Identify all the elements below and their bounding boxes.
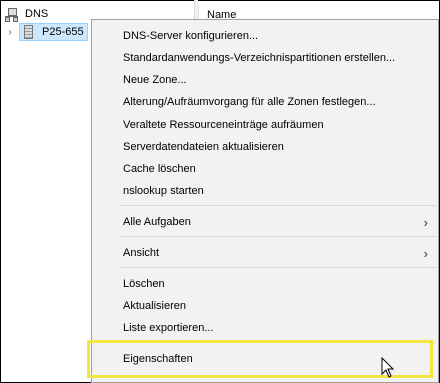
menu-item-aktualisieren[interactable]: Aktualisieren xyxy=(92,295,438,317)
context-menu: DNS-Server konfigurieren... Standardanwe… xyxy=(91,19,439,383)
menu-item-liste-exportieren[interactable]: Liste exportieren... xyxy=(92,317,438,339)
menu-item-label: Ansicht xyxy=(123,247,160,259)
menu-item-veraltete-eintraege-aufraeumen[interactable]: Veraltete Ressourceneinträge aufräumen xyxy=(92,114,438,136)
menu-item-label: Serverdatendateien aktualisieren xyxy=(123,141,284,153)
menu-item-label: DNS-Server konfigurieren... xyxy=(123,30,259,42)
menu-item-verzeichnispartitionen-erstellen[interactable]: Standardanwendungs-Verzeichnispartitione… xyxy=(92,47,438,69)
submenu-arrow-icon: › xyxy=(423,214,428,230)
tree-item-dns[interactable]: DNS xyxy=(5,5,48,23)
menu-item-ansicht[interactable]: Ansicht › xyxy=(92,242,438,264)
menu-item-label: Alterung/Aufräumvorgang für alle Zonen f… xyxy=(123,96,376,108)
menu-item-loeschen[interactable]: Löschen xyxy=(92,273,438,295)
menu-separator xyxy=(120,205,436,206)
menu-item-dns-server-konfigurieren[interactable]: DNS-Server konfigurieren... xyxy=(92,25,438,47)
tree-item-server-label: P25-655 xyxy=(42,26,84,38)
menu-item-alle-aufgaben[interactable]: Alle Aufgaben › xyxy=(92,211,438,233)
chevron-right-icon[interactable]: › xyxy=(5,27,15,38)
dns-icon xyxy=(5,7,18,22)
menu-item-label: Standardanwendungs-Verzeichnispartitione… xyxy=(123,52,396,64)
menu-item-label: Veraltete Ressourceneinträge aufräumen xyxy=(123,119,324,131)
server-icon xyxy=(24,25,33,39)
menu-item-serverdatendateien-aktualisieren[interactable]: Serverdatendateien aktualisieren xyxy=(92,136,438,158)
selected-server[interactable]: P25-655 xyxy=(19,23,88,41)
tree-item-dns-label: DNS xyxy=(25,8,49,20)
submenu-arrow-icon: › xyxy=(423,245,428,261)
menu-item-label: Liste exportieren... xyxy=(123,322,214,334)
menu-item-label: Alle Aufgaben xyxy=(123,216,191,228)
mouse-cursor-icon xyxy=(381,357,395,378)
menu-item-alterung-festlegen[interactable]: Alterung/Aufräumvorgang für alle Zonen f… xyxy=(92,91,438,113)
menu-item-neue-zone[interactable]: Neue Zone... xyxy=(92,69,438,91)
menu-item-nslookup-starten[interactable]: nslookup starten xyxy=(92,180,438,202)
menu-item-label: Aktualisieren xyxy=(123,300,186,312)
tree-item-server[interactable]: › P25-655 xyxy=(5,23,88,41)
menu-item-label: Löschen xyxy=(123,278,165,290)
menu-separator xyxy=(120,267,436,268)
menu-separator xyxy=(120,236,436,237)
menu-item-label: Cache löschen xyxy=(123,163,196,175)
menu-item-label: nslookup starten xyxy=(123,185,204,197)
menu-item-label: Neue Zone... xyxy=(123,74,187,86)
menu-item-cache-loeschen[interactable]: Cache löschen xyxy=(92,158,438,180)
